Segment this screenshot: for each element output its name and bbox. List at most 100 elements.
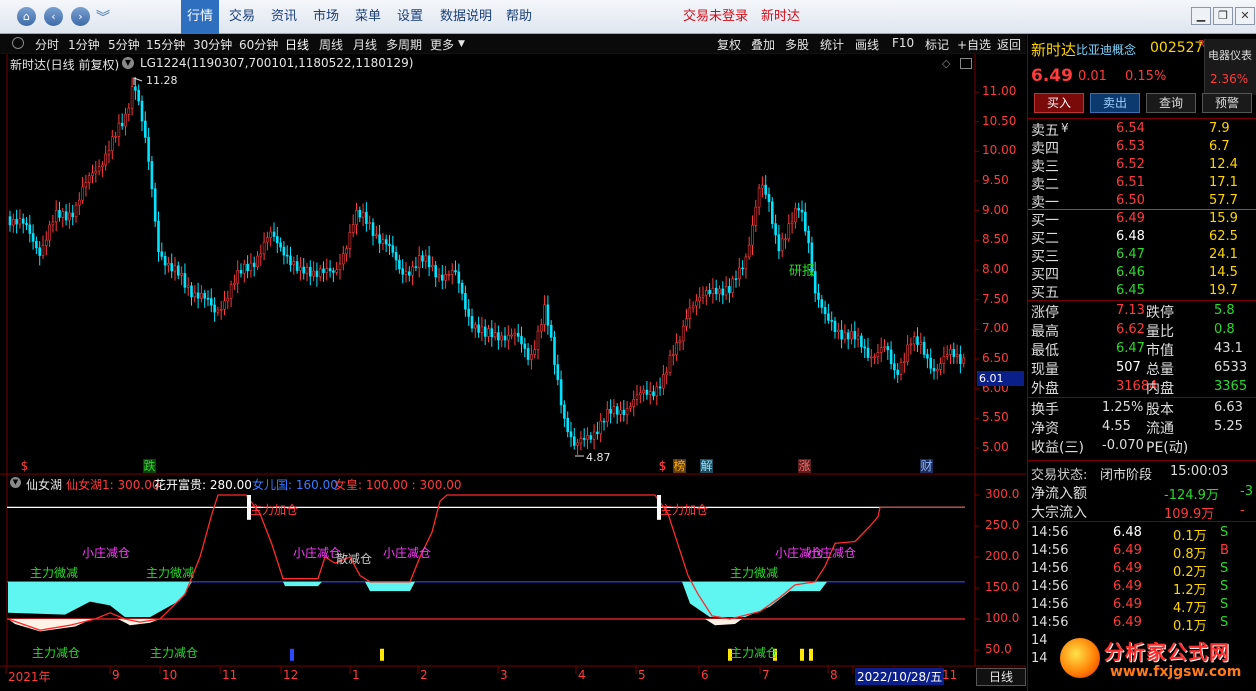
quote-concept[interactable]: 比亚迪概念 — [1076, 41, 1136, 58]
time-label: 12 — [283, 668, 299, 682]
divider — [1028, 118, 1256, 119]
candle-body — [31, 233, 35, 242]
tool-mark[interactable]: 标记 — [925, 36, 949, 53]
tick-volume: 1.2万 — [1173, 583, 1207, 598]
price-tick-label: 8.00 — [982, 262, 1009, 276]
chart-options-icon[interactable]: ◇ — [942, 57, 950, 70]
sell-button[interactable]: 卖出 — [1090, 93, 1140, 113]
candle-body — [711, 287, 715, 295]
period-tab-monthly[interactable]: 月线 — [353, 36, 377, 53]
period-indicator[interactable]: 日线 — [976, 668, 1026, 686]
candle-body — [602, 420, 606, 423]
tick-volume: 4.7万 — [1173, 601, 1207, 616]
bid-price: 6.49 — [1116, 211, 1145, 226]
menu-help[interactable]: 帮助 — [500, 0, 538, 34]
candle-body — [622, 409, 626, 415]
price-tick-label: 8.50 — [982, 232, 1009, 247]
candle-body — [365, 211, 368, 224]
main-chart-header: 新时达(日线 前复权) — [10, 58, 120, 72]
maximize-pane-icon[interactable] — [960, 58, 972, 69]
tool-multi-stock[interactable]: 多股 — [785, 36, 809, 53]
menu-menu[interactable]: 菜单 — [349, 0, 387, 34]
period-tab-1min[interactable]: 1分钟 — [68, 36, 100, 53]
restore-icon[interactable]: ❐ — [1213, 7, 1233, 25]
tool-return[interactable]: 返回 — [997, 36, 1021, 53]
candle-body — [655, 386, 659, 397]
period-tab-timeshare[interactable]: 分时 — [35, 36, 59, 53]
candle-body — [68, 212, 71, 221]
candle-body — [163, 256, 167, 266]
candle-body — [757, 187, 761, 208]
menu-settings[interactable]: 设置 — [391, 0, 429, 34]
candle-body — [701, 294, 705, 298]
period-tab-more[interactable]: 更多 — [430, 36, 454, 53]
menu-trade[interactable]: 交易 — [223, 0, 261, 34]
candle-body — [731, 278, 735, 293]
toggle-icon[interactable] — [12, 37, 24, 49]
menu-quotes[interactable]: 行情 — [181, 0, 220, 34]
tool-f10[interactable]: F10 — [892, 36, 914, 50]
forward-icon[interactable]: › — [71, 7, 90, 26]
candle-body — [467, 308, 471, 317]
candle-body — [803, 211, 807, 232]
tool-add-watchlist[interactable]: +自选 — [957, 36, 991, 53]
period-tab-daily[interactable]: 日线 — [285, 36, 309, 53]
tick-time: 14 — [1031, 651, 1048, 666]
sub-indicator-menu-icon[interactable]: ▼ — [10, 477, 21, 488]
period-tab-60min[interactable]: 60分钟 — [239, 36, 278, 53]
alert-button[interactable]: 预警 — [1202, 93, 1252, 113]
menu-market[interactable]: 市场 — [307, 0, 345, 34]
menu-news[interactable]: 资讯 — [265, 0, 303, 34]
sub-param: 女皇: 100.00 : 300.00 — [334, 478, 462, 492]
minimize-icon[interactable]: ▁ — [1191, 7, 1211, 25]
period-tab-30min[interactable]: 30分钟 — [193, 36, 232, 53]
query-button[interactable]: 查询 — [1146, 93, 1196, 113]
period-tab-weekly[interactable]: 周线 — [319, 36, 343, 53]
logo-sun-icon — [1060, 638, 1100, 678]
quote-panel: 新时达 比亚迪概念 002527 R 电器仪表 2.36% 6.49 0.01 … — [1027, 34, 1256, 691]
tool-overlay[interactable]: 叠加 — [751, 36, 775, 53]
candle-body — [464, 293, 467, 310]
candle-body — [513, 332, 517, 336]
indicator-menu-icon[interactable]: ▼ — [122, 57, 134, 69]
candle-body — [632, 399, 636, 407]
stat-label: 跌停 — [1146, 305, 1174, 321]
candle-body — [876, 352, 880, 358]
home-icon[interactable]: ⌂ — [17, 7, 36, 26]
tool-draw[interactable]: 画线 — [855, 36, 879, 53]
candle-body — [952, 348, 956, 357]
kline-chart-svg[interactable] — [0, 54, 1026, 691]
candle-body — [586, 435, 589, 440]
menu-data-notes[interactable]: 数据说明 — [434, 0, 498, 34]
period-tab-15min[interactable]: 15分钟 — [146, 36, 185, 53]
tick-side: S — [1220, 579, 1229, 594]
candle-body — [807, 230, 810, 244]
back-icon[interactable]: ‹ — [44, 7, 63, 26]
period-tab-5min[interactable]: 5分钟 — [108, 36, 140, 53]
candle-body — [596, 431, 599, 435]
candle-body — [21, 218, 25, 224]
tool-adjust[interactable]: 复权 — [717, 36, 741, 53]
candle-body — [909, 343, 913, 346]
candle-body — [338, 263, 342, 271]
candle-body — [388, 243, 391, 246]
tool-stats[interactable]: 统计 — [820, 36, 844, 53]
collapse-chevron-icon[interactable]: ︾ — [96, 7, 115, 26]
stat-value: 5.8 — [1214, 303, 1235, 318]
research-report-annotation[interactable]: 研报 — [789, 260, 815, 279]
period-tab-multi[interactable]: 多周期 — [386, 36, 422, 53]
more-chevron-icon[interactable]: ▼ — [458, 39, 465, 49]
candle-body — [549, 324, 553, 338]
login-status[interactable]: 交易未登录 — [683, 0, 748, 34]
quote-change: 0.01 — [1078, 69, 1107, 84]
candle-body — [358, 209, 362, 218]
candle-body — [919, 342, 923, 345]
candle-body — [427, 255, 431, 268]
high-price-label: 11.28 — [146, 74, 178, 87]
top-menu-bar: ⌂ ‹ › ︾ 行情 交易 资讯 市场 菜单 设置 数据说明 帮助 交易未登录 … — [0, 0, 1256, 34]
close-icon[interactable]: ✕ — [1235, 7, 1255, 25]
candle-body — [761, 184, 764, 189]
candle-body — [955, 354, 959, 357]
chart-area[interactable]: 新时达(日线 前复权) ▼ LG1224(1190307,700101,1180… — [0, 54, 1026, 691]
buy-button[interactable]: 买入 — [1034, 93, 1084, 113]
